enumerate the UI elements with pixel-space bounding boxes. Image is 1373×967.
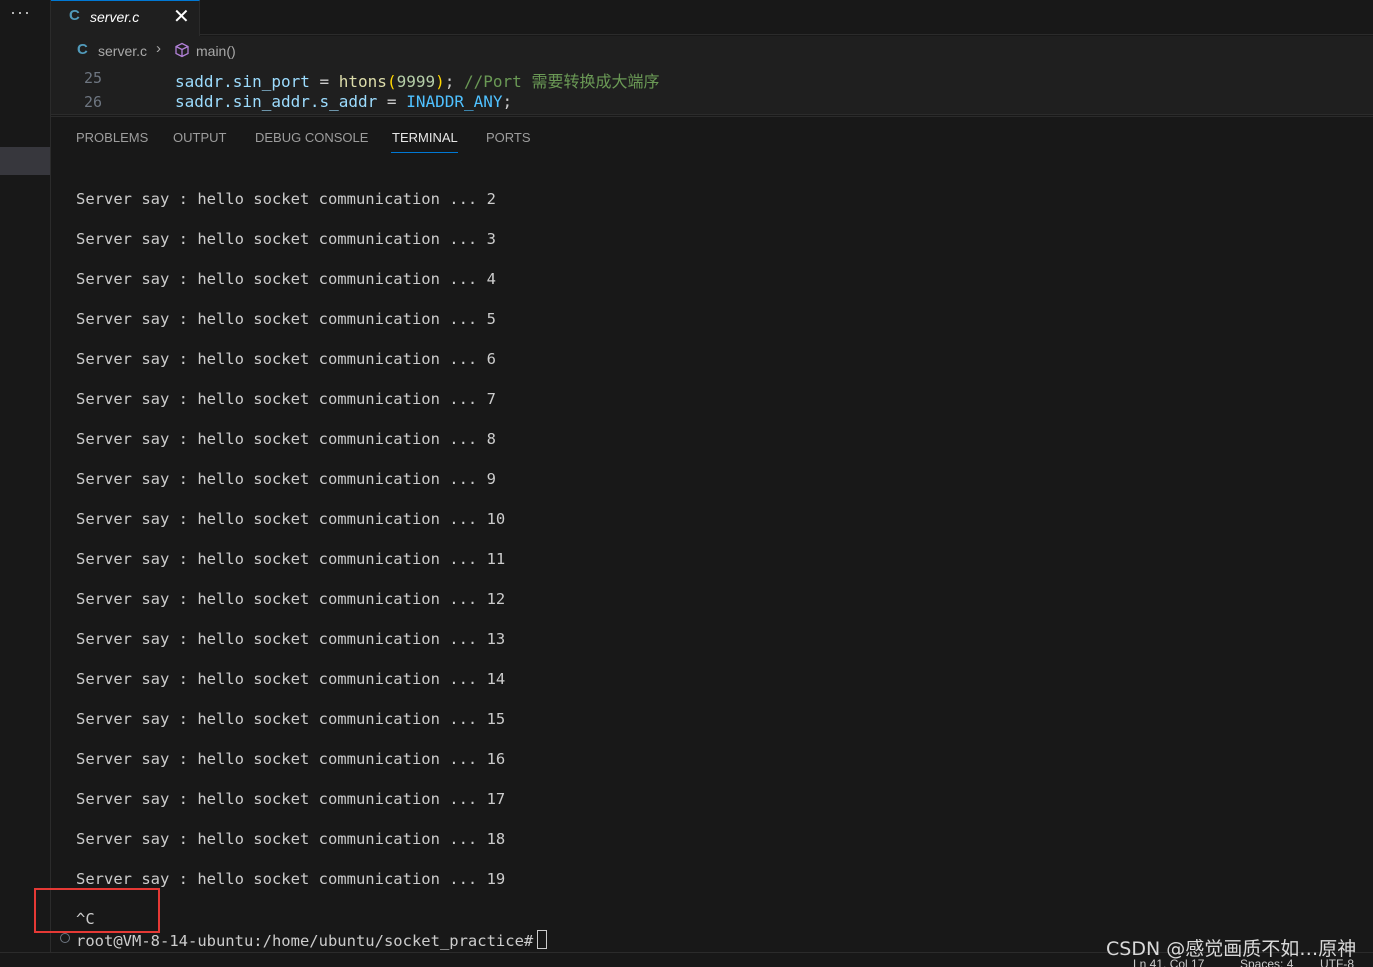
- line-number: 26: [84, 93, 103, 111]
- terminal[interactable]: Server say : hello socket communication …: [51, 156, 1373, 952]
- selected-item-highlight: [0, 147, 50, 175]
- c-language-icon: C: [69, 7, 80, 24]
- activity-strip: ···: [0, 0, 51, 967]
- highlight-box: [34, 888, 160, 933]
- terminal-line: Server say : hello socket communication …: [76, 270, 496, 288]
- code-text: saddr.sin_addr.s_addr = INADDR_ANY;: [175, 92, 513, 111]
- breadcrumb-file[interactable]: server.c: [98, 43, 147, 59]
- terminal-line: Server say : hello socket communication …: [76, 510, 506, 528]
- terminal-line: Server say : hello socket communication …: [76, 670, 506, 688]
- watermark: CSDN @感觉画质不如…原神: [1106, 938, 1357, 960]
- terminal-line: Server say : hello socket communication …: [76, 870, 506, 888]
- more-actions-icon[interactable]: ···: [10, 2, 31, 23]
- tab-terminal[interactable]: TERMINAL: [392, 130, 458, 145]
- c-language-icon: C: [77, 41, 88, 58]
- terminal-line: Server say : hello socket communication …: [76, 230, 496, 248]
- editor-tab-bar: C server.c ✕: [51, 0, 1373, 36]
- active-tab-indicator: [391, 152, 458, 153]
- close-icon[interactable]: ✕: [173, 4, 190, 29]
- terminal-line: Server say : hello socket communication …: [76, 630, 506, 648]
- terminal-line: Server say : hello socket communication …: [76, 470, 496, 488]
- panel-tab-bar: PROBLEMS OUTPUT DEBUG CONSOLE TERMINAL P…: [51, 116, 1373, 156]
- tab-output[interactable]: OUTPUT: [173, 130, 226, 145]
- code-line: 25 saddr.sin_port = htons(9999); //Port …: [51, 66, 1373, 91]
- tab-filename: server.c: [90, 9, 140, 25]
- tab-problems[interactable]: PROBLEMS: [76, 130, 148, 145]
- terminal-line: Server say : hello socket communication …: [76, 430, 496, 448]
- terminal-line: Server say : hello socket communication …: [76, 590, 506, 608]
- terminal-line: Server say : hello socket communication …: [76, 830, 506, 848]
- terminal-line: Server say : hello socket communication …: [76, 310, 496, 328]
- editor-tab-server-c[interactable]: C server.c ✕: [51, 0, 200, 36]
- code-text: saddr.sin_port = htons(9999); //Port 需要转…: [175, 72, 660, 91]
- code-editor[interactable]: 25 saddr.sin_port = htons(9999); //Port …: [51, 64, 1373, 115]
- terminal-line: Server say : hello socket communication …: [76, 750, 506, 768]
- tab-ports[interactable]: PORTS: [486, 130, 531, 145]
- terminal-prompt: root@VM-8-14-ubuntu:/home/ubuntu/socket_…: [76, 930, 548, 950]
- terminal-line: Server say : hello socket communication …: [76, 790, 506, 808]
- line-number: 25: [84, 69, 103, 87]
- breadcrumb-symbol[interactable]: main(): [196, 43, 236, 59]
- terminal-line: Server say : hello socket communication …: [76, 350, 496, 368]
- breadcrumb: C server.c › main(): [51, 36, 1373, 64]
- terminal-line: Server say : hello socket communication …: [76, 710, 506, 728]
- code-line: 26 saddr.sin_addr.s_addr = INADDR_ANY;: [51, 90, 1373, 114]
- terminal-line: Server say : hello socket communication …: [76, 390, 496, 408]
- chevron-right-icon: ›: [156, 40, 161, 57]
- tab-debug-console[interactable]: DEBUG CONSOLE: [255, 130, 368, 145]
- symbol-method-icon: [175, 42, 189, 58]
- terminal-line: Server say : hello socket communication …: [76, 190, 496, 208]
- command-status-icon: [60, 933, 70, 943]
- terminal-cursor: [537, 930, 548, 949]
- terminal-line: Server say : hello socket communication …: [76, 550, 506, 568]
